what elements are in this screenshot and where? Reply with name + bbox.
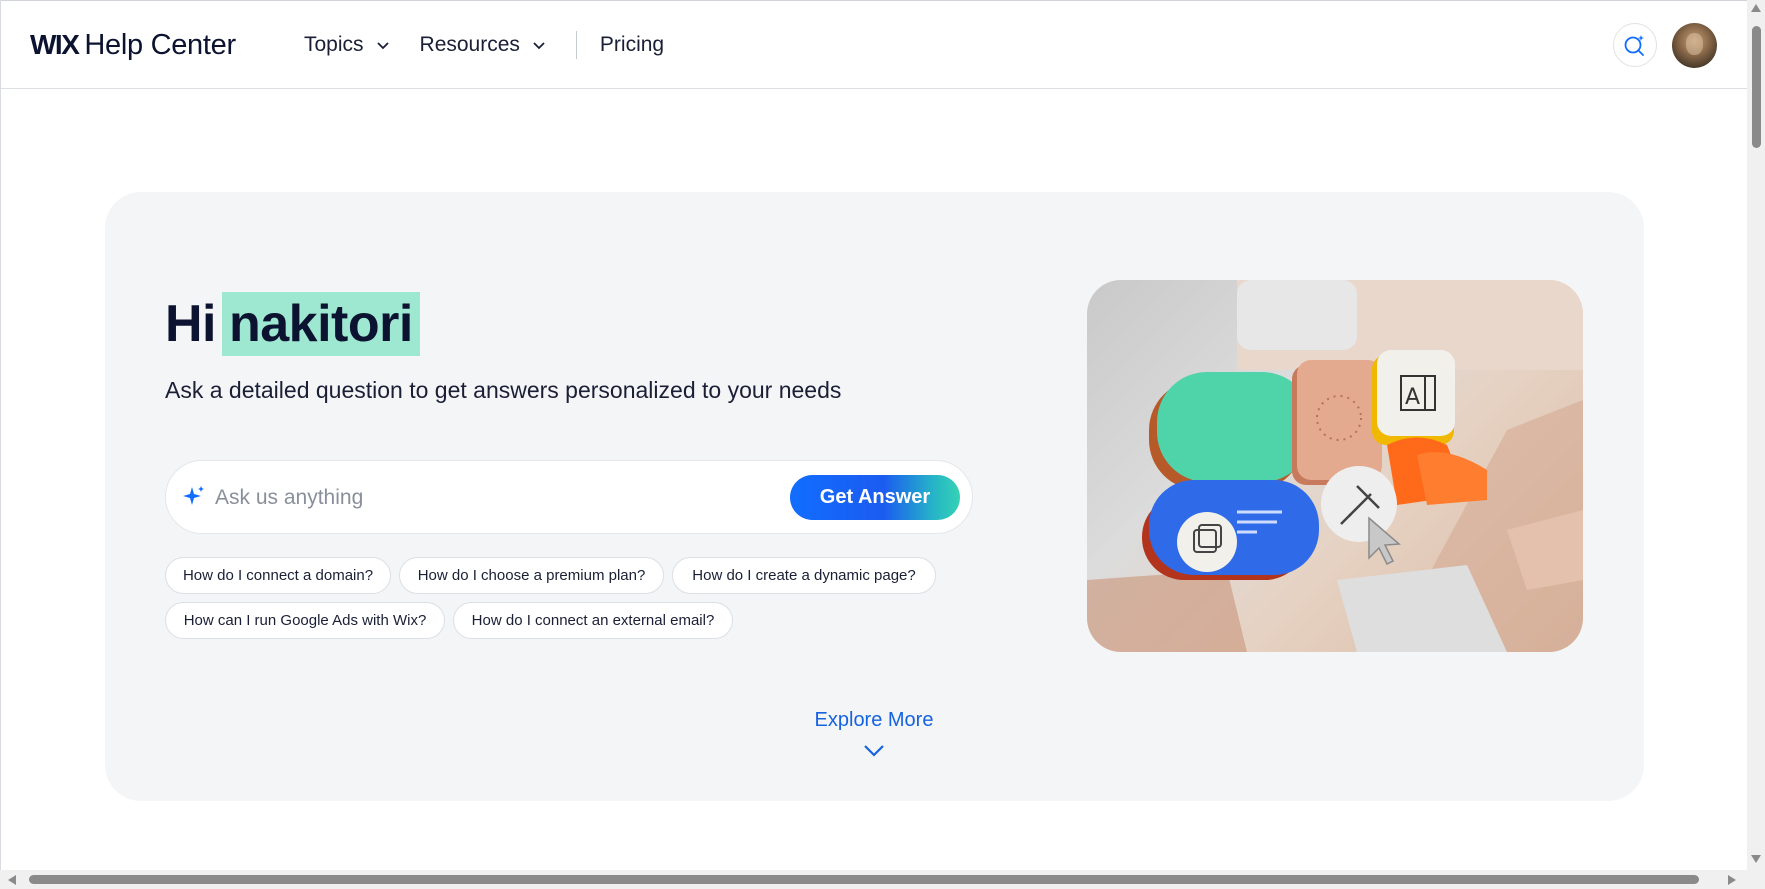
suggestion-chip[interactable]: How do I connect a domain? — [165, 557, 391, 594]
suggestion-chip[interactable]: How do I create a dynamic page? — [672, 557, 936, 594]
vertical-scroll-thumb[interactable] — [1752, 26, 1761, 148]
scroll-right-arrow-icon[interactable] — [1728, 875, 1736, 885]
greeting-prefix: Hi — [165, 295, 217, 353]
horizontal-scrollbar[interactable] — [0, 870, 1747, 889]
greeting-heading: Hi nakitori — [165, 292, 420, 356]
nav-resources-label: Resources — [419, 33, 520, 56]
hero-illustration-graphic: A — [1087, 280, 1583, 652]
chevron-down-icon[interactable] — [863, 743, 885, 759]
ask-input[interactable] — [215, 481, 755, 515]
chevron-down-icon — [376, 42, 389, 50]
svg-text:A: A — [1405, 385, 1420, 410]
page: WIX Help Center Topics Resources Pricing — [0, 0, 1747, 870]
nav-topics-label: Topics — [304, 33, 364, 56]
get-answer-button[interactable]: Get Answer — [790, 475, 960, 520]
ai-search-button[interactable] — [1613, 23, 1657, 67]
wix-help-center-logo[interactable]: WIX Help Center — [30, 29, 236, 62]
scroll-left-arrow-icon[interactable] — [8, 875, 16, 885]
nav-pricing[interactable]: Pricing — [600, 33, 664, 57]
main-nav: Topics Resources Pricing — [304, 31, 664, 59]
logo-brand: WIX — [30, 29, 80, 60]
suggestion-chip[interactable]: How do I choose a premium plan? — [399, 557, 664, 594]
chevron-down-icon — [533, 42, 545, 50]
nav-pricing-label: Pricing — [599, 33, 665, 56]
vertical-scrollbar[interactable] — [1747, 0, 1765, 889]
logo-text: Help Center — [84, 29, 236, 61]
user-name: nakitori — [222, 292, 420, 356]
explore-more-link[interactable]: Explore More — [771, 709, 977, 732]
nav-resources[interactable]: Resources — [420, 33, 546, 57]
hero-subtitle: Ask a detailed question to get answers p… — [165, 377, 842, 403]
scroll-down-arrow-icon[interactable] — [1751, 855, 1761, 863]
suggestion-chip[interactable]: How can I run Google Ads with Wix? — [165, 602, 445, 639]
nav-divider — [575, 31, 577, 59]
ai-search-icon — [1624, 35, 1644, 56]
sparkle-icon — [183, 486, 204, 505]
nav-topics[interactable]: Topics — [304, 33, 390, 57]
ask-box: Get Answer — [165, 460, 973, 534]
hero-illustration: A — [1087, 280, 1583, 652]
scroll-up-arrow-icon[interactable] — [1751, 4, 1761, 12]
suggestion-chip[interactable]: How do I connect an external email? — [453, 602, 733, 639]
horizontal-scroll-thumb[interactable] — [29, 875, 1699, 884]
top-header: WIX Help Center Topics Resources Pricing — [1, 0, 1747, 89]
avatar[interactable] — [1672, 23, 1717, 68]
